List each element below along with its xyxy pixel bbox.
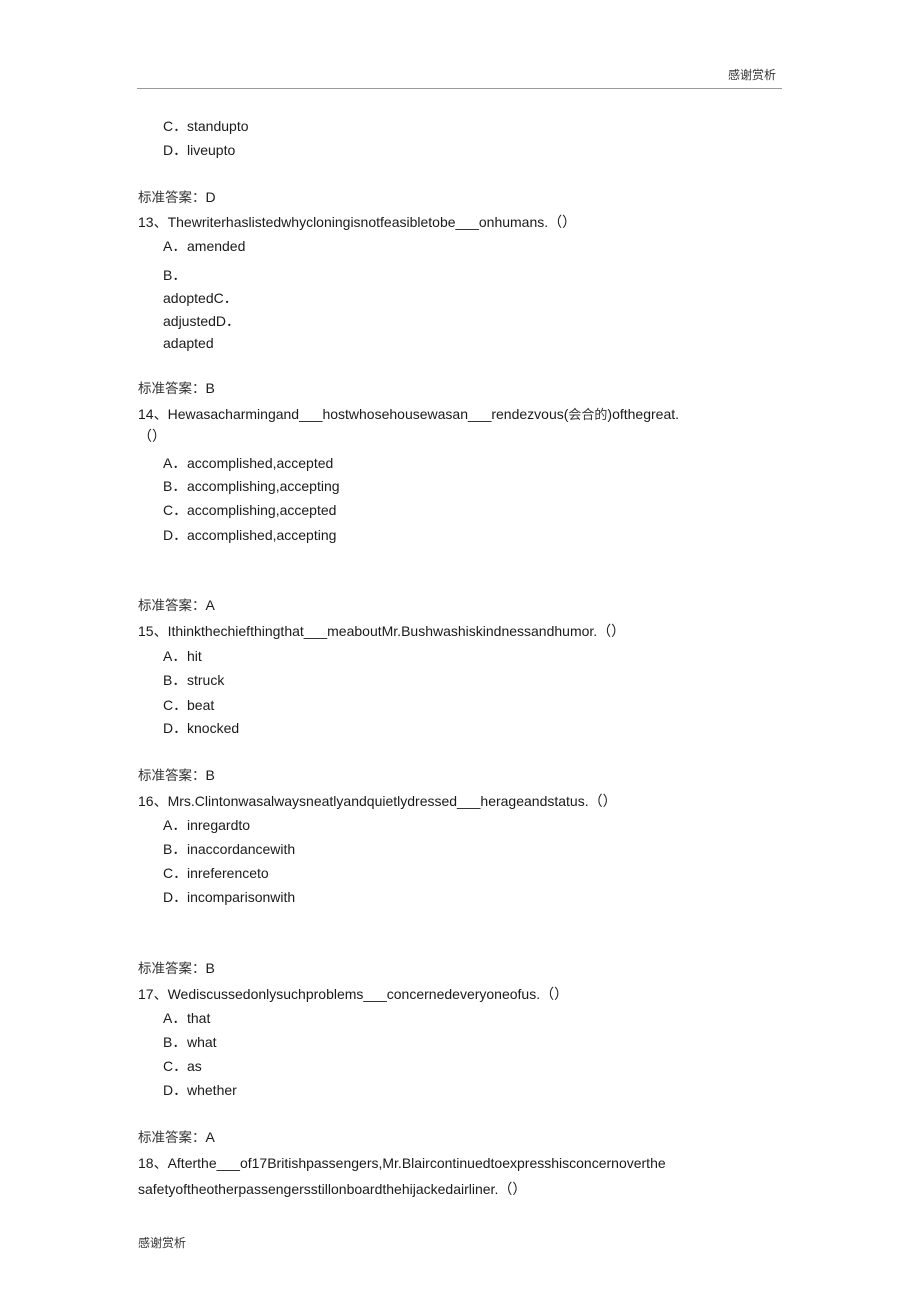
- question-17-option-c: C．as: [163, 1058, 202, 1074]
- question-13-broken-line: adjustedD．: [163, 313, 241, 329]
- question-15-option-d: D．knocked: [163, 720, 240, 736]
- question-18-stem-line2: safetyoftheotherpassengersstillonboardth…: [138, 1181, 527, 1197]
- question-16-option-d: D．incomparisonwith: [163, 889, 296, 905]
- question-14-option-c: C．accomplishing,accepted: [163, 502, 337, 518]
- question-14-option-b: B．accomplishing,accepting: [163, 478, 340, 494]
- question-17-stem: 17、Wediscussedonlysuchproblems___concern…: [138, 986, 569, 1002]
- question-15-answer: 标准答案：B: [138, 767, 215, 784]
- question-12-option-d: D．liveupto: [163, 142, 236, 158]
- question-16-stem: 16、Mrs.Clintonwasalwaysneatlyandquietlyd…: [138, 793, 617, 809]
- question-13-answer: 标准答案：B: [138, 380, 215, 397]
- question-13-broken-line: adoptedC．: [163, 290, 238, 306]
- question-13-broken-line: B．: [163, 267, 187, 283]
- header-divider: [137, 88, 782, 89]
- question-14-answer: 标准答案：A: [138, 597, 215, 614]
- question-14-stem: 14、Hewasacharmingand___hostwhosehousewas…: [138, 406, 680, 423]
- question-15-stem: 15、Ithinkthechiefthingthat___meaboutMr.B…: [138, 623, 626, 639]
- question-13-option-a: A．amended: [163, 238, 246, 254]
- question-18-stem: 18、Afterthe___of17Britishpassengers,Mr.B…: [138, 1155, 666, 1171]
- question-17-option-d: D．whether: [163, 1082, 237, 1098]
- question-12-answer: 标准答案：D: [138, 189, 216, 206]
- question-14-stem-line2: （）: [138, 428, 166, 444]
- question-16-option-c: C．inreferenceto: [163, 865, 269, 881]
- question-14-option-a: A．accomplished,accepted: [163, 455, 334, 471]
- question-13-broken-line: adapted: [163, 335, 214, 351]
- question-15-option-c: C．beat: [163, 697, 215, 713]
- question-13-stem: 13、Thewriterhaslistedwhycloningisnotfeas…: [138, 214, 577, 230]
- question-16-answer: 标准答案：B: [138, 960, 215, 977]
- question-15-option-a: A．hit: [163, 648, 202, 664]
- question-12-option-c: C．standupto: [163, 118, 249, 134]
- page-header-text: 感谢赏析: [727, 68, 776, 82]
- question-14-option-d: D．accomplished,accepting: [163, 527, 337, 543]
- page-footer-text: 感谢赏析: [138, 1236, 187, 1250]
- question-15-option-b: B．struck: [163, 672, 225, 688]
- question-17-answer: 标准答案：A: [138, 1129, 215, 1146]
- question-17-option-b: B．what: [163, 1034, 217, 1050]
- question-16-option-b: B．inaccordancewith: [163, 841, 296, 857]
- question-17-option-a: A．that: [163, 1010, 211, 1026]
- question-16-option-a: A．inregardto: [163, 817, 251, 833]
